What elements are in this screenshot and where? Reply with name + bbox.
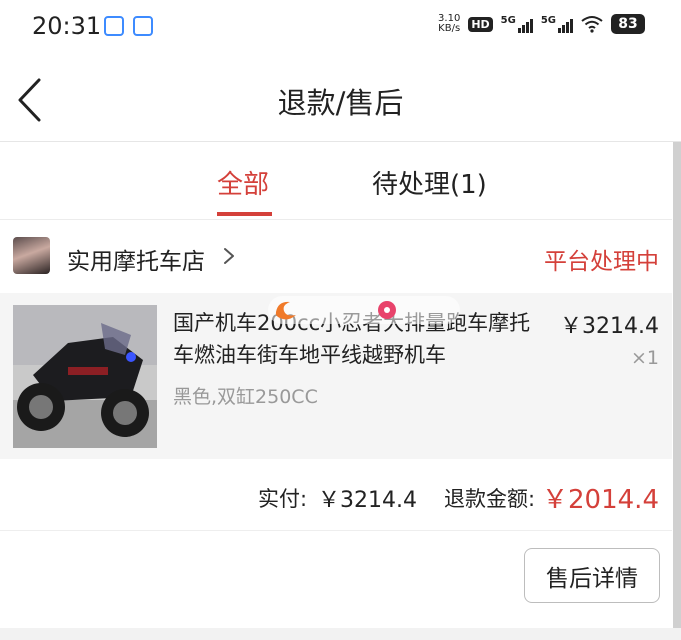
mail-app-icon	[133, 16, 153, 36]
status-time: 20:31	[32, 12, 102, 40]
watermark	[268, 296, 460, 324]
chevron-right-icon	[224, 248, 234, 264]
list-separator	[0, 628, 681, 640]
app-notification-icon	[104, 16, 124, 36]
paid-amount: ￥3214.4	[318, 488, 417, 513]
hd-badge: HD	[468, 16, 493, 32]
product-item[interactable]: 国产机车200cc小忍者大排量跑车摩托车燃油车街车地平线越野机车 黑色,双缸25…	[0, 293, 672, 459]
shop-avatar	[13, 237, 50, 274]
battery-indicator: 83	[611, 14, 645, 34]
signal-1-icon: 5G	[501, 15, 533, 33]
watermark-dot-icon	[378, 301, 396, 319]
refund-label: 退款金额:	[444, 487, 536, 511]
paid-label: 实付:	[258, 487, 308, 511]
order-card[interactable]: 实用摩托车店 平台处理中 国产机车200cc小忍者大排量跑车摩托车燃油车街车地平…	[0, 220, 672, 630]
tab-bar: 全部 待处理(1)	[0, 142, 672, 220]
network-speed: 3.10 KB/s	[438, 14, 460, 34]
scrollbar[interactable]	[673, 142, 681, 632]
signal-2-icon: 5G	[541, 15, 573, 33]
watermark-logo-icon	[275, 301, 296, 320]
nav-bar: 退款/售后	[0, 56, 681, 142]
shop-name[interactable]: 实用摩托车店	[67, 242, 205, 276]
refund-amount: ￥2014.4	[542, 485, 659, 515]
product-image	[13, 305, 157, 448]
after-sale-detail-button[interactable]: 售后详情	[524, 548, 660, 603]
shop-row[interactable]: 实用摩托车店 平台处理中	[0, 220, 672, 293]
page-title: 退款/售后	[277, 86, 404, 120]
tab-all[interactable]: 全部	[217, 164, 269, 201]
network-speed-unit: KB/s	[438, 23, 461, 34]
active-tab-indicator	[217, 212, 272, 216]
status-indicators: 3.10 KB/s HD 5G 5G 83	[438, 14, 645, 34]
signal-1-label: 5G	[500, 15, 516, 26]
payment-summary: 实付: ￥3214.4 退款金额: ￥2014.4	[0, 459, 672, 531]
tab-pending[interactable]: 待处理(1)	[372, 164, 487, 201]
order-status: 平台处理中	[544, 249, 659, 275]
product-quantity: ×1	[630, 347, 659, 369]
product-spec: 黑色,双缸250CC	[173, 386, 318, 408]
status-bar: 20:31 3.10 KB/s HD 5G 5G 83	[0, 0, 681, 56]
wifi-icon	[581, 16, 603, 33]
product-price: ￥3214.4	[560, 314, 659, 339]
signal-2-label: 5G	[540, 15, 556, 26]
